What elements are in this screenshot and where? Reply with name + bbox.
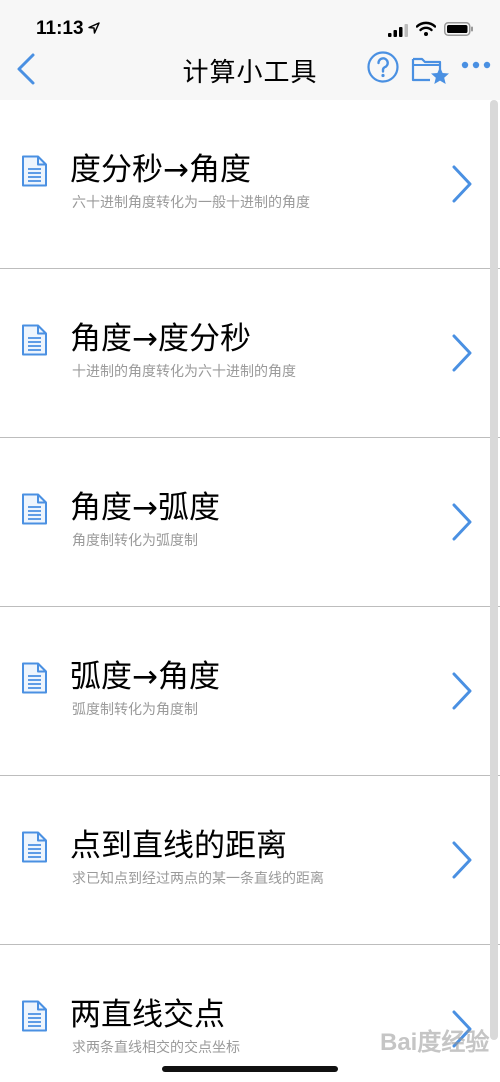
list-item-title: 度分秒→角度 <box>70 152 251 188</box>
list-item-title: 点到直线的距离 <box>70 828 287 864</box>
cellular-signal-icon <box>388 24 408 37</box>
home-indicator[interactable] <box>162 1066 338 1072</box>
list-item-degree-to-radian[interactable]: 角度→弧度 角度制转化为弧度制 <box>0 438 500 607</box>
list-item-title: 角度→弧度 <box>70 490 220 526</box>
list-item-degree-to-dms[interactable]: 角度→度分秒 十进制的角度转化为六十进制的角度 <box>0 269 500 438</box>
list-item-point-line-distance[interactable]: 点到直线的距离 求已知点到经过两点的某一条直线的距离 <box>0 776 500 945</box>
list-item-dms-to-degree[interactable]: 度分秒→角度 六十进制角度转化为一般十进制的角度 <box>0 100 500 269</box>
navigation-bar: 计算小工具 <box>0 50 500 100</box>
list-item-title: 弧度→角度 <box>70 659 220 695</box>
document-icon <box>22 324 47 356</box>
list-item-subtitle: 角度制转化为弧度制 <box>72 533 198 549</box>
list-item-title: 角度→度分秒 <box>70 321 251 357</box>
list-item-radian-to-degree[interactable]: 弧度→角度 弧度制转化为角度制 <box>0 607 500 776</box>
scrollbar[interactable] <box>490 100 498 1040</box>
document-icon <box>22 493 47 525</box>
list-item-subtitle: 十进制的角度转化为六十进制的角度 <box>72 364 296 380</box>
chevron-right-icon <box>452 165 472 203</box>
chevron-right-icon <box>452 841 472 879</box>
chevron-right-icon <box>452 503 472 541</box>
document-icon <box>22 155 47 187</box>
location-arrow-icon <box>88 22 100 34</box>
watermark: Bai度经验 <box>380 1029 490 1056</box>
status-bar: 11:13 <box>0 0 500 50</box>
list-item-subtitle: 求两条直线相交的交点坐标 <box>72 1040 240 1056</box>
list-item-subtitle: 六十进制角度转化为一般十进制的角度 <box>72 195 310 211</box>
battery-icon <box>444 22 473 36</box>
document-icon <box>22 662 47 694</box>
tool-list: 度分秒→角度 六十进制角度转化为一般十进制的角度 角度→度分秒 十进制的角度转化… <box>0 100 500 1082</box>
document-icon <box>22 831 47 863</box>
question-circle-icon[interactable] <box>366 50 400 84</box>
wifi-icon <box>416 21 436 36</box>
ellipsis-icon[interactable] <box>460 58 492 72</box>
list-item-subtitle: 弧度制转化为角度制 <box>72 702 198 718</box>
list-item-subtitle: 求已知点到经过两点的某一条直线的距离 <box>72 871 324 887</box>
document-icon <box>22 1000 47 1032</box>
status-time: 11:13 <box>36 18 84 39</box>
chevron-right-icon <box>452 672 472 710</box>
list-item-title: 两直线交点 <box>70 997 225 1033</box>
folder-star-icon[interactable] <box>410 52 450 86</box>
chevron-right-icon <box>452 334 472 372</box>
list-item-line-intersection[interactable]: 两直线交点 求两条直线相交的交点坐标 <box>0 945 500 1082</box>
